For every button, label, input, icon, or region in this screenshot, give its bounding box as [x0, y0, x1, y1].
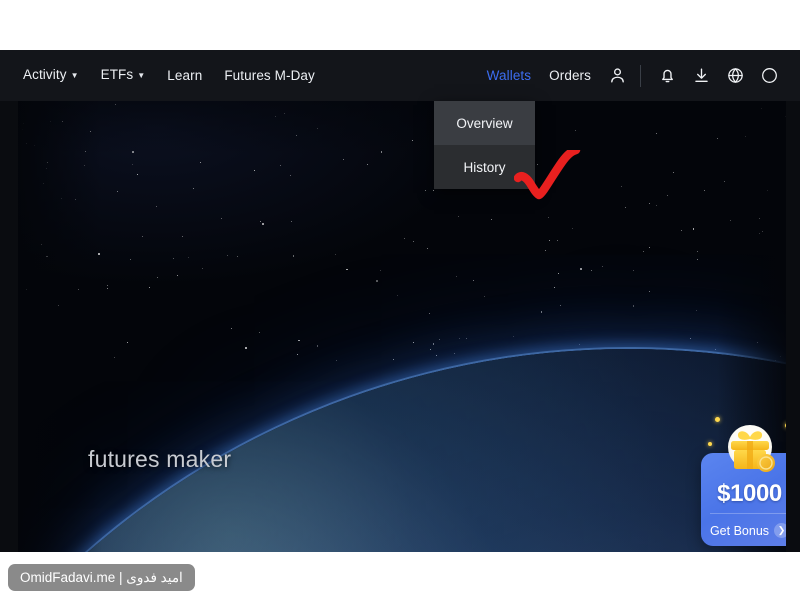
- dropdown-item-overview[interactable]: Overview: [434, 101, 535, 145]
- nav-left-group: Activity ▼ ETFs ▼ Learn Futures M-Day: [0, 50, 326, 102]
- nav-item-futures-m-day-label: Futures M-Day: [224, 68, 315, 83]
- nav-item-orders[interactable]: Orders: [540, 50, 600, 101]
- get-bonus-label: Get Bonus: [709, 523, 770, 538]
- chevron-down-icon: ▼: [70, 71, 79, 80]
- top-navigation-bar: Activity ▼ ETFs ▼ Learn Futures M-Day Wall…: [0, 50, 800, 101]
- nav-item-learn-label: Learn: [167, 68, 203, 83]
- nav-divider: [640, 64, 641, 87]
- bell-icon[interactable]: [650, 50, 684, 101]
- hero-title: futures maker: [88, 446, 232, 472]
- wallets-dropdown-menu: Overview History: [434, 101, 535, 189]
- chevron-down-icon: ▼: [137, 71, 146, 80]
- nav-item-activity[interactable]: Activity ▼: [12, 50, 90, 102]
- user-icon[interactable]: [600, 50, 634, 101]
- site-viewport: futures maker $1000 Get Bonus ❯ Activity…: [0, 50, 800, 552]
- nav-item-activity-label: Activity: [23, 67, 67, 82]
- get-bonus-button[interactable]: Get Bonus ❯: [701, 523, 786, 538]
- sparkle-icon-1: [715, 417, 720, 422]
- bonus-divider: [710, 513, 786, 514]
- sparkle-icon-2: [785, 423, 786, 428]
- top-white-strip: [0, 0, 800, 50]
- gift-box-icon: [719, 419, 781, 481]
- nav-item-futures-m-day[interactable]: Futures M-Day: [213, 50, 326, 101]
- watermark-badge: امید فدوی | OmidFadavi.me: [8, 564, 195, 591]
- nav-right-group: Wallets Orders: [478, 50, 800, 101]
- dropdown-item-overview-label: Overview: [456, 115, 513, 131]
- nav-item-wallets[interactable]: Wallets: [478, 50, 540, 101]
- nav-item-wallets-label: Wallets: [486, 68, 532, 83]
- nav-item-orders-label: Orders: [549, 68, 591, 83]
- moon-icon[interactable]: [752, 50, 786, 101]
- bonus-amount: $1000: [717, 480, 782, 507]
- nav-item-etfs[interactable]: ETFs ▼: [90, 50, 157, 102]
- globe-icon[interactable]: [718, 50, 752, 101]
- dropdown-item-history-label: History: [463, 159, 506, 175]
- download-icon[interactable]: [684, 50, 718, 101]
- sparkle-icon-3: [708, 442, 712, 446]
- page-root: futures maker $1000 Get Bonus ❯ Activity…: [0, 0, 800, 600]
- nav-item-etfs-label: ETFs: [100, 67, 134, 82]
- dropdown-item-history[interactable]: History: [434, 145, 535, 189]
- chevron-right-icon: ❯: [774, 523, 786, 538]
- nav-item-learn[interactable]: Learn: [156, 50, 213, 101]
- hero-banner: futures maker $1000 Get Bonus ❯: [18, 101, 786, 552]
